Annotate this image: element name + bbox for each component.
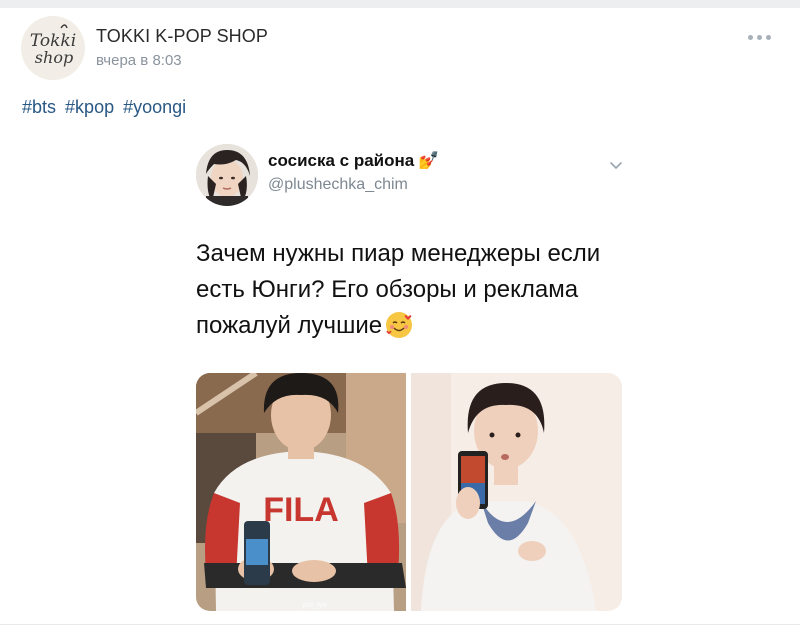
tweet-text-line-last: пожалуй лучшие <box>196 308 636 344</box>
photo-right <box>411 373 622 611</box>
hashtag-link[interactable]: #kpop <box>65 97 114 117</box>
more-options-icon[interactable] <box>746 30 774 44</box>
chevron-down-icon[interactable] <box>606 155 626 175</box>
post-hashtags: #bts #kpop #yoongi <box>22 97 190 118</box>
tweet-handle[interactable]: @plushechka_chim <box>268 176 408 194</box>
photo-left: FILA yoo_fye <box>196 373 406 611</box>
group-avatar[interactable]: Tokki shop <box>21 16 85 80</box>
tweet-text-line: есть Юнги? Его обзоры и реклама <box>196 276 579 303</box>
profile-photo-icon <box>196 144 258 206</box>
tweet-photos: FILA yoo_fye <box>196 373 622 611</box>
tweet-text: Зачем нужны пиар менеджеры если есть Юнг… <box>196 236 636 344</box>
tweet-display-name[interactable]: сосиска с района 💅 <box>268 151 439 171</box>
post-author[interactable]: TOKKI K-POP SHOP <box>96 26 268 47</box>
svg-text:yoo_fye: yoo_fye <box>302 602 327 609</box>
svg-text:FILA: FILA <box>263 491 339 529</box>
hashtag-link[interactable]: #bts <box>22 97 56 117</box>
tweet-text-line: пожалуй лучшие <box>196 312 383 339</box>
hashtag-link[interactable]: #yoongi <box>123 97 186 117</box>
tweet-avatar[interactable] <box>196 144 258 206</box>
tweet-text-line: Зачем нужны пиар менеджеры если <box>196 240 601 267</box>
nail-polish-icon: 💅 <box>418 151 440 170</box>
feed-top-band <box>0 0 800 8</box>
post-timestamp[interactable]: вчера в 8:03 <box>96 52 182 69</box>
tokki-logo: Tokki shop <box>21 16 85 80</box>
svg-text:shop: shop <box>35 48 73 67</box>
tweet-photo-grid[interactable]: FILA yoo_fye <box>196 373 622 611</box>
tweet-display-name-text: сосиска с района <box>268 151 415 170</box>
smiling-face-with-hearts-icon <box>386 312 413 338</box>
post-divider <box>0 624 800 625</box>
